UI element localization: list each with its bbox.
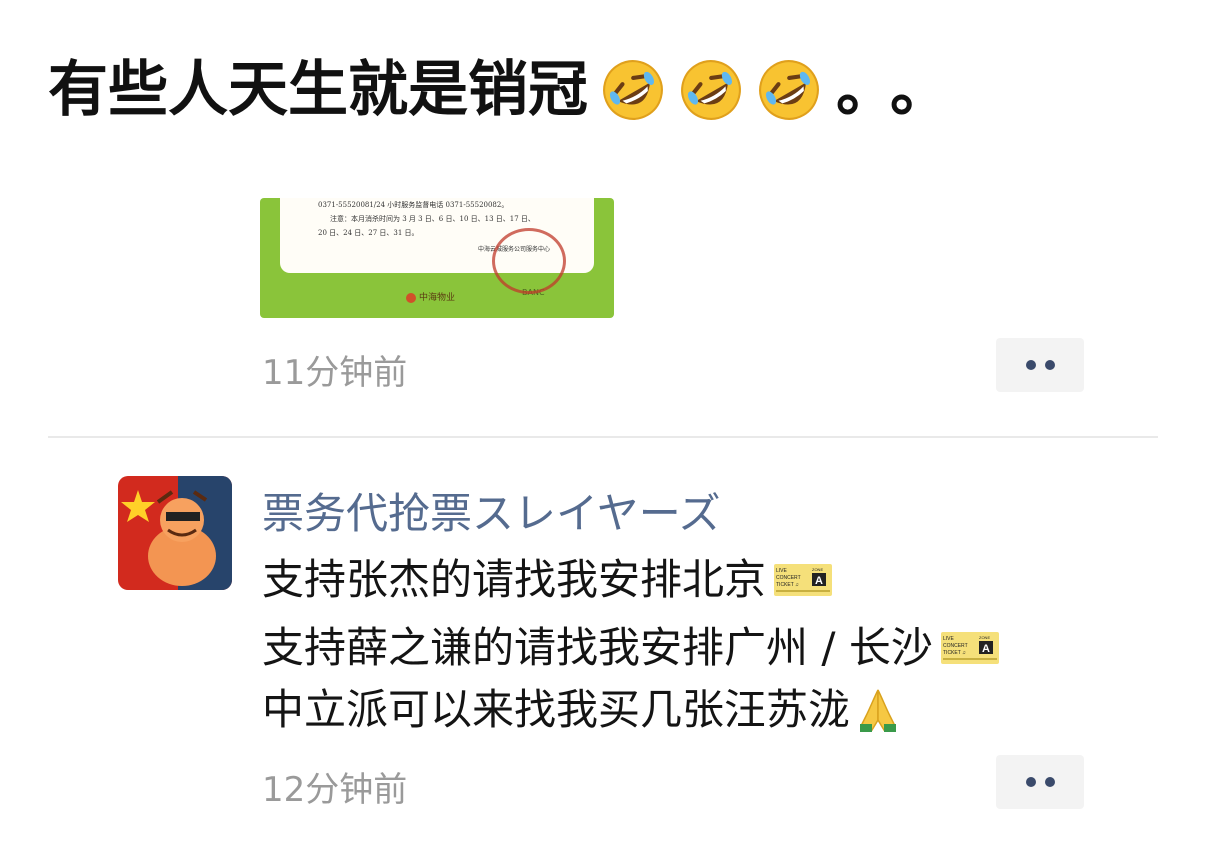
notice-line-1: 0371-55520081/24 小时服务监督电话 0371-55520082。: [318, 201, 509, 209]
more-dots-icon: [1025, 360, 1036, 370]
comment-line-1: 支持张杰的请找我安排北京 LIVE CONCERT TICKET ♫ ZONE …: [262, 552, 833, 608]
ticket-concert: CONCERT: [776, 575, 801, 581]
ticket-zone: ZONE: [812, 567, 823, 572]
comment-time: 11分钟前: [262, 353, 408, 393]
ticket-ticket: TICKET ♫: [943, 650, 966, 656]
more-button[interactable]: [996, 338, 1084, 392]
more-dots-icon: [1025, 777, 1036, 787]
ticket-zone: ZONE: [979, 635, 990, 640]
rolling-on-floor-laughing-icon: [681, 60, 741, 120]
notice-line-3: 20 日、24 日、27 日、31 日。: [318, 229, 419, 237]
more-dots-icon: [1044, 360, 1055, 370]
comment-divider: [48, 436, 1158, 438]
ticket-live: LIVE: [776, 568, 788, 574]
comment-text: 支持张杰的请找我安排北京: [262, 555, 767, 604]
ticket-ticket: TICKET ♫: [776, 582, 799, 588]
ticket-concert: CONCERT: [943, 643, 968, 649]
ticket-zone-letter: A: [982, 643, 990, 655]
comment-username[interactable]: 票务代抢票スレイヤーズ: [262, 480, 721, 541]
avatar[interactable]: [118, 476, 232, 590]
ticket-zone-letter: A: [815, 575, 823, 587]
comment-line-2: 支持薛之谦的请找我安排广州 / 长沙 LIVE CONCERT TICKET ♫…: [262, 620, 999, 676]
property-logo-icon: [406, 292, 416, 303]
caption-trailing: 。。: [836, 55, 974, 125]
rolling-on-floor-laughing-icon: [603, 60, 663, 120]
caption-text: 有些人天生就是销冠: [48, 55, 588, 125]
comment-time: 12分钟前: [262, 770, 408, 810]
footer-logo: 中海物业: [406, 290, 455, 303]
rolling-on-floor-laughing-icon: [759, 60, 819, 120]
footer-logo-text: 中海物业: [419, 293, 456, 303]
comment-text: 支持薛之谦的请找我安排广州 / 长沙: [262, 623, 933, 672]
post-caption: 有些人天生就是销冠 。。: [48, 52, 974, 128]
more-button[interactable]: [996, 755, 1084, 809]
more-dots-icon: [1044, 777, 1055, 787]
concert-ticket-icon: LIVE CONCERT TICKET ♫ ZONE A: [940, 632, 999, 664]
official-seal-stamp: [492, 228, 566, 294]
comment-line-3: 中立派可以来找我买几张汪苏泷: [262, 682, 902, 738]
notice-line-2: 注意：本月消杀时间为 3 月 3 日、6 日、10 日、13 日、17 日、: [330, 215, 535, 223]
folded-hands-icon: [860, 689, 897, 732]
comment-text: 中立派可以来找我买几张汪苏泷: [262, 685, 851, 734]
concert-ticket-icon: LIVE CONCERT TICKET ♫ ZONE A: [774, 564, 833, 596]
ticket-live: LIVE: [943, 636, 955, 642]
